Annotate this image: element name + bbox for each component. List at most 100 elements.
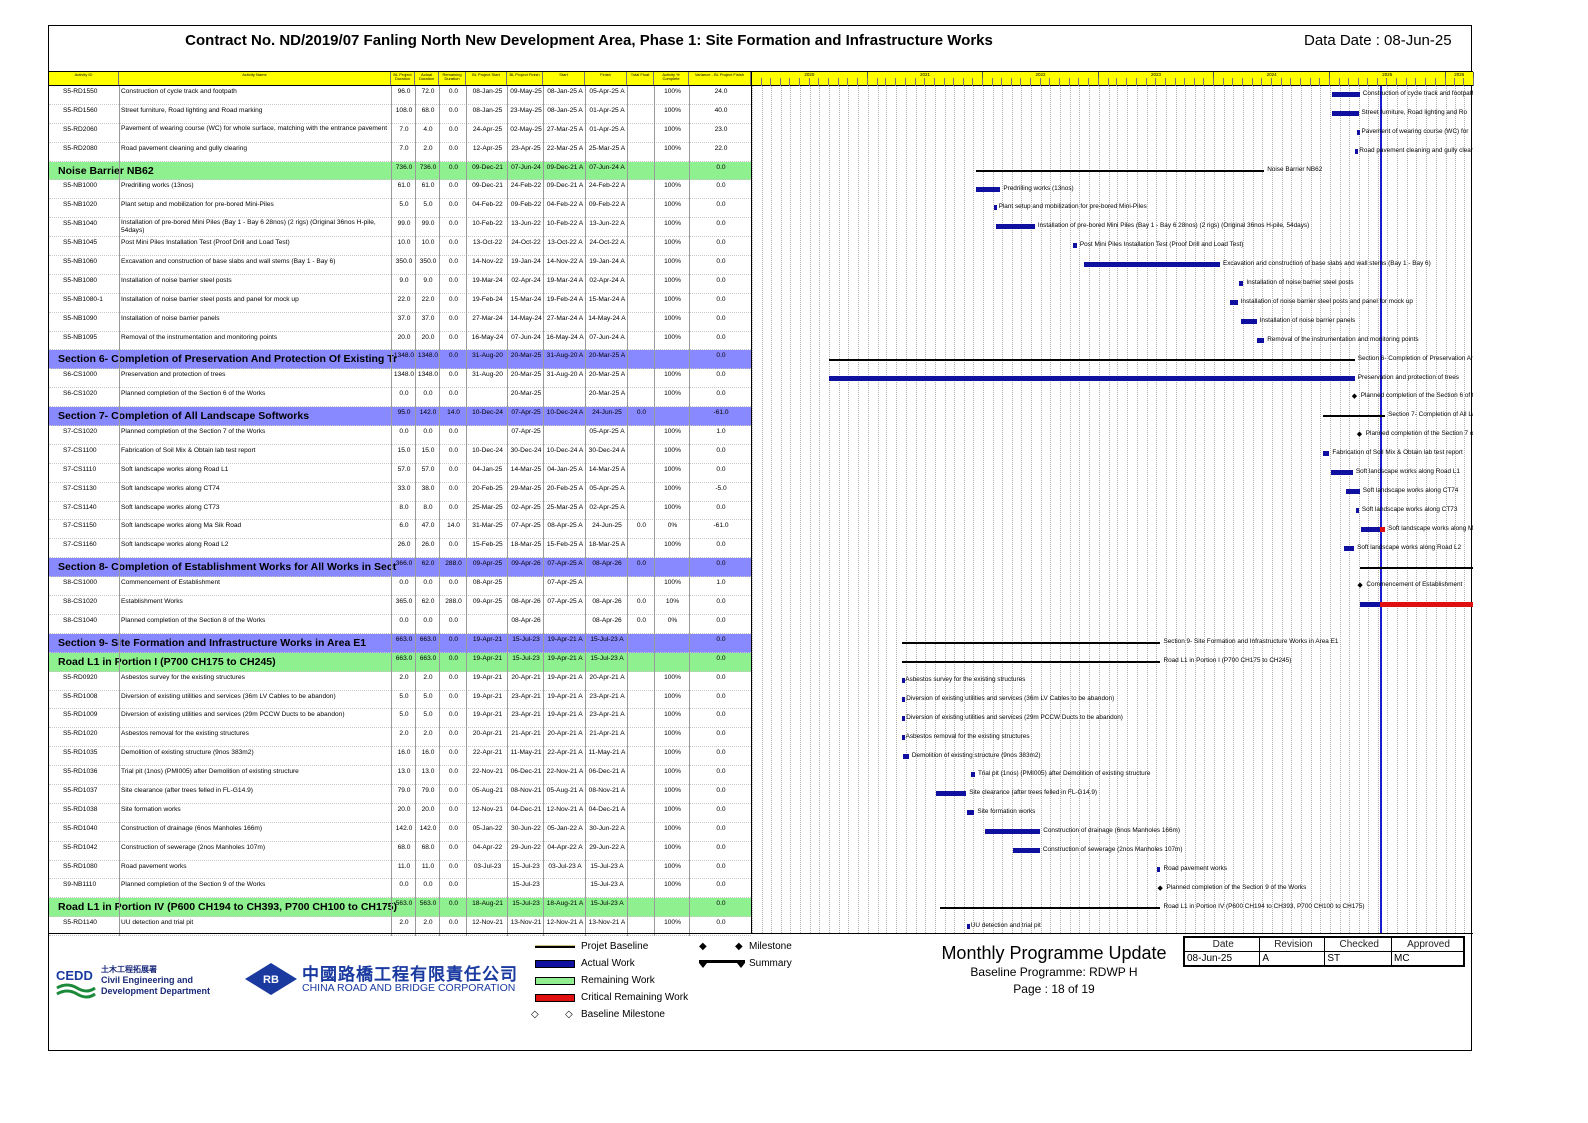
month-cell (781, 78, 791, 86)
summary-bar[interactable] (901, 661, 1161, 663)
actual-work-bar[interactable] (1332, 110, 1359, 116)
column-divider (119, 86, 120, 937)
activity-row[interactable]: S5-RD1040 Construction of drainage (6nos … (49, 823, 751, 842)
summary-bar[interactable] (976, 169, 1265, 172)
actual-work-bar[interactable] (1355, 148, 1359, 154)
activity-row[interactable]: S7-CS1100 Fabrication of Soil Mix & Obtai… (49, 445, 751, 464)
wbs-group-row[interactable]: 563.0 563.0 0.0 18-Aug-21 15-Jul-23 18-Aug-21… (49, 898, 751, 918)
activity-row[interactable]: S9-NB1110 Planned completion of the Secti… (49, 879, 751, 899)
actual-work-bar[interactable] (1344, 545, 1355, 551)
activity-row[interactable]: S8-CS1000 Commencement of Establishment 0.… (49, 577, 751, 597)
actual-work-bar[interactable] (1345, 488, 1360, 494)
actual-work-bar[interactable] (1356, 129, 1360, 135)
milestone-icon[interactable]: ◆ (1157, 885, 1162, 892)
milestone-icon[interactable]: ◆ (1357, 582, 1362, 589)
critical-remaining-bar[interactable] (1380, 526, 1386, 532)
activity-row[interactable]: S7-CS1110 Soft landscape works along Road… (49, 464, 751, 483)
activity-row[interactable]: S8-CS1020 Establishment Works 365.0 62.0 288… (49, 596, 751, 615)
cell-name: Commencement of Establishment (121, 579, 220, 587)
wbs-group-row[interactable]: 95.0 142.0 14.0 10-Dec-24 07-Apr-25 10-Dec-24… (49, 407, 751, 427)
actual-work-bar[interactable] (901, 696, 905, 702)
actual-work-bar[interactable] (976, 186, 1001, 192)
activity-row[interactable]: S5-RD1009 Diversion of existing utilities… (49, 709, 751, 729)
cell-rem-dur: 0.0 (448, 692, 459, 700)
activity-row[interactable]: S7-CS1160 Soft landscape works along Road… (49, 539, 751, 559)
column-divider (439, 86, 440, 937)
actual-work-bar[interactable] (1229, 299, 1238, 305)
actual-work-bar[interactable] (994, 205, 998, 211)
wbs-group-row[interactable]: 663.0 663.0 0.0 19-Apr-21 15-Jul-23 19-Apr-21… (49, 633, 751, 653)
actual-work-bar[interactable] (936, 791, 967, 797)
actual-work-bar[interactable] (1156, 866, 1161, 872)
wbs-group-row[interactable]: 663.0 663.0 0.0 19-Apr-21 15-Jul-23 19-Apr-21… (49, 652, 751, 672)
activity-row[interactable]: S5-RD1038 Site formation works 20.0 20.0 0.0… (49, 804, 751, 823)
wbs-group-row[interactable]: 1348.0 1348.0 0.0 31-Aug-20 20-Mar-25 31-Aug-… (49, 350, 751, 370)
activity-row[interactable]: S5-RD1020 Asbestos removal for the existi… (49, 728, 751, 748)
actual-work-bar[interactable] (984, 829, 1041, 835)
summary-bar[interactable] (828, 358, 1355, 361)
cell-bl-dur: 33.0 (397, 484, 411, 492)
actual-work-bar[interactable] (1257, 337, 1265, 343)
data-date: Data Date : 08-Jun-25 (1304, 32, 1452, 49)
actual-work-bar[interactable] (1073, 243, 1077, 249)
summary-bar[interactable] (1323, 415, 1386, 418)
actual-work-bar[interactable] (1360, 602, 1381, 608)
activity-row[interactable]: S5-NB1000 Predrilling works (13nos) 61.0 61… (49, 180, 751, 200)
actual-work-bar[interactable] (995, 224, 1035, 230)
actual-work-bar[interactable] (967, 810, 975, 816)
activity-row[interactable]: S5-RD1035 Demolition of existing structur… (49, 747, 751, 767)
activity-row[interactable]: S5-RD1037 Site clearance (after trees fel… (49, 785, 751, 804)
activity-row[interactable]: S5-RD0920 Asbestos survey for the existin… (49, 672, 751, 691)
activity-row[interactable]: S5-RD2080 Road pavement cleaning and gull… (49, 143, 751, 162)
wbs-group-row[interactable]: 736.0 736.0 0.0 09-Dec-21 07-Jun-24 09-Dec-21… (49, 161, 751, 181)
cell-pct: 100% (664, 201, 681, 209)
month-cell (858, 78, 868, 86)
actual-work-bar[interactable] (901, 715, 905, 721)
activity-row[interactable]: S5-NB1040 Installation of pre-bored Mini … (49, 218, 751, 238)
activity-row[interactable]: S5-RD1550 Construction of cycle track and… (49, 86, 751, 105)
summary-bar[interactable] (940, 906, 1161, 909)
milestone-icon[interactable]: ◆ (1352, 393, 1357, 400)
actual-work-bar[interactable] (1083, 262, 1220, 268)
actual-work-bar[interactable] (1012, 848, 1040, 853)
critical-remaining-bar[interactable] (1380, 602, 1473, 608)
actual-work-bar[interactable] (1330, 470, 1353, 475)
activity-row[interactable]: S7-CS1150 Soft landscape works along Ma S… (49, 520, 751, 540)
wbs-group-row[interactable]: 366.0 62.0 288.0 09-Apr-25 09-Apr-26 07-Apr-2… (49, 558, 751, 578)
activity-row[interactable]: S7-CS1130 Soft landscape works along CT74… (49, 483, 751, 502)
actual-work-bar[interactable] (1356, 507, 1360, 513)
cell-bl-start: 22-Nov-21 (472, 768, 503, 776)
activity-row[interactable]: S5-NB1080 Installation of noise barrier s… (49, 275, 751, 294)
activity-row[interactable]: S5-NB1090 Installation of noise barrier p… (49, 313, 751, 332)
activity-row[interactable]: S5-RD1560 Street furniture, Road lighting… (49, 105, 751, 124)
activity-row[interactable]: S7-CS1020 Planned completion of the Secti… (49, 426, 751, 445)
milestone-icon[interactable]: ◆ (1357, 431, 1362, 438)
activity-row[interactable]: S5-RD1036 Trial pit (1nos) (PMI005) after… (49, 766, 751, 785)
cell-var: 0.0 (716, 258, 726, 266)
activity-row[interactable]: S6-CS1000 Preservation and protection of … (49, 369, 751, 389)
actual-work-bar[interactable] (1323, 451, 1330, 457)
activity-row[interactable]: S5-RD1008 Diversion of existing utilities… (49, 691, 751, 710)
actual-work-bar[interactable] (828, 375, 1355, 381)
actual-work-bar[interactable] (1360, 526, 1381, 532)
actual-work-bar[interactable] (1241, 318, 1257, 324)
activity-row[interactable]: S5-NB1095 Removal of the instrumentation … (49, 332, 751, 351)
actual-work-bar[interactable] (1332, 92, 1360, 97)
activity-row[interactable]: S5-RD1042 Construction of sewerage (2nos … (49, 842, 751, 861)
activity-row[interactable]: S5-NB1080-1 Installation of noise barrier… (49, 294, 751, 313)
cell-var: -5.0 (715, 484, 727, 492)
actual-work-bar[interactable] (902, 753, 909, 759)
activity-row[interactable]: S7-CS1140 Soft landscape works along CT73… (49, 502, 751, 521)
summary-bar[interactable] (1360, 566, 1473, 569)
activity-row[interactable]: S5-NB1020 Plant setup and mobilization fo… (49, 199, 751, 219)
activity-row[interactable]: S5-RD2060 Pavement of wearing course (WC)… (49, 124, 751, 143)
activity-row[interactable]: S8-CS1040 Planned completion of the Secti… (49, 615, 751, 634)
activity-row[interactable]: S6-CS1020 Planned completion of the Secti… (49, 388, 751, 408)
activity-row[interactable]: S5-RD1080 Road pavement works 11.0 11.0 0.0 0… (49, 861, 751, 880)
activity-row[interactable]: S5-NB1060 Excavation and construction of … (49, 256, 751, 275)
actual-work-bar[interactable] (970, 772, 976, 778)
column-divider (654, 86, 655, 937)
activity-row[interactable]: S5-NB1045 Post Mini Piles Installation Te… (49, 237, 751, 257)
summary-bar[interactable] (901, 642, 1161, 645)
actual-work-bar[interactable] (1238, 281, 1244, 286)
